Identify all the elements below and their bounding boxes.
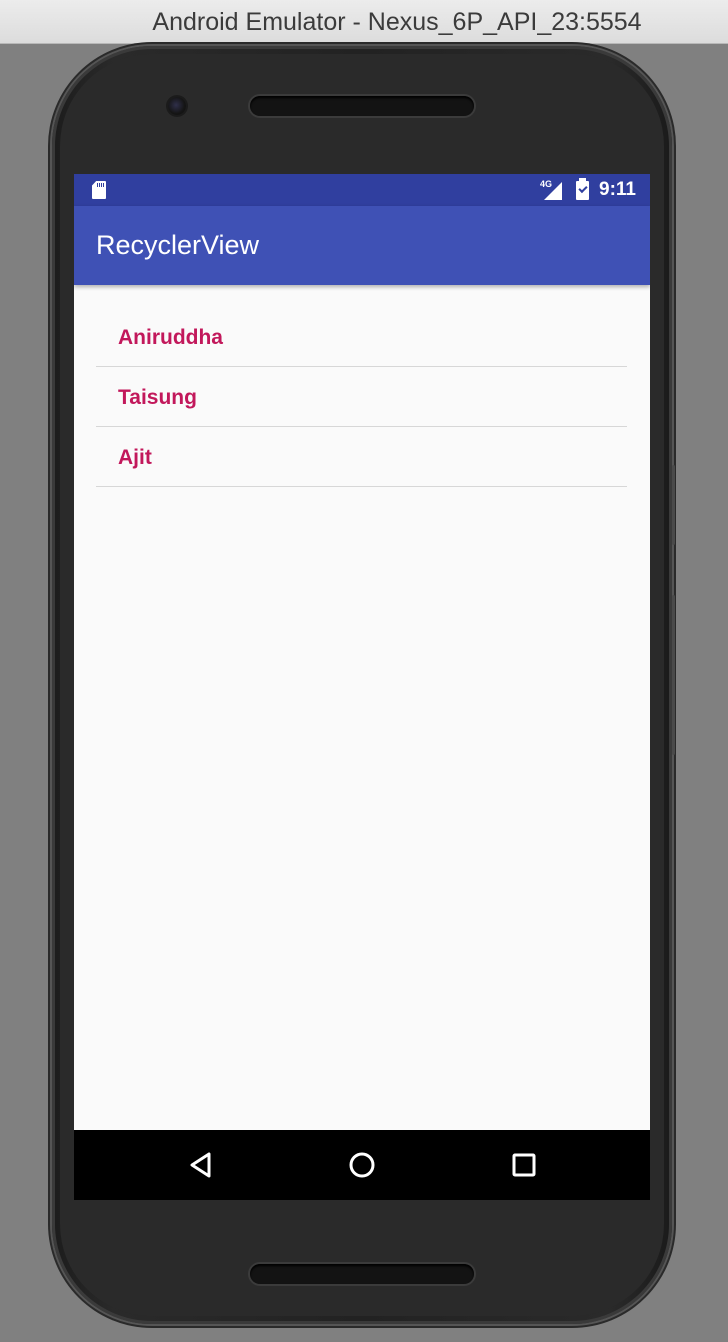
battery-charging-icon [576, 178, 589, 200]
list-item-label: Ajit [118, 446, 152, 469]
back-button[interactable] [183, 1147, 219, 1183]
recents-button[interactable] [506, 1147, 542, 1183]
app-bar: RecyclerView [74, 206, 650, 285]
list-item[interactable]: Taisung [96, 367, 627, 427]
list-item-label: Taisung [118, 386, 197, 409]
recents-icon [512, 1153, 536, 1177]
recycler-list: Aniruddha Taisung Ajit [96, 307, 627, 487]
front-camera [168, 97, 186, 115]
status-time: 9:11 [599, 179, 636, 200]
list-item[interactable]: Ajit [96, 427, 627, 487]
navigation-bar [74, 1130, 650, 1200]
volume-key[interactable] [672, 465, 675, 545]
list-item-label: Aniruddha [118, 326, 223, 349]
window-titlebar: Android Emulator - Nexus_6P_API_23:5554 [0, 0, 728, 44]
power-key[interactable] [672, 595, 675, 755]
window-title: Android Emulator - Nexus_6P_API_23:5554 [152, 8, 642, 36]
home-button[interactable] [344, 1147, 380, 1183]
bottom-speaker [250, 1264, 474, 1284]
status-bar: 4G 9:11 [74, 174, 650, 206]
home-icon [349, 1152, 375, 1178]
list-item[interactable]: Aniruddha [96, 307, 627, 367]
top-speaker [250, 96, 474, 116]
network-type-label: 4G [540, 179, 553, 189]
app-title: RecyclerView [96, 230, 260, 260]
back-icon [190, 1152, 211, 1178]
sd-card-icon [92, 181, 106, 199]
phone-screen: 4G 9:11 RecyclerView Aniruddha Taisung A… [74, 174, 650, 1200]
